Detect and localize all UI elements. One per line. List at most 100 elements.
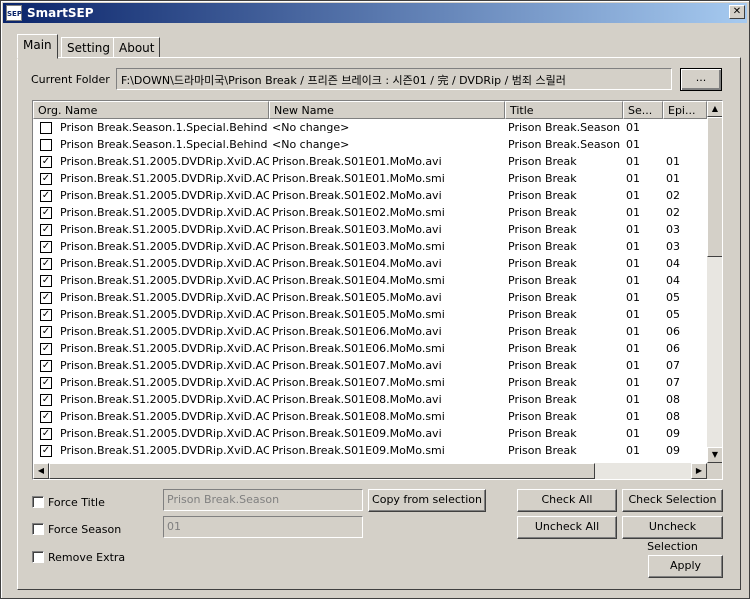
row-episode: 05 <box>666 308 680 321</box>
tab-setting[interactable]: Setting <box>61 37 116 58</box>
table-row[interactable]: ✓ Prison.Break.S1.2005.DVDRip.XviD.AC3...… <box>33 442 707 459</box>
table-row[interactable]: ✓ Prison.Break.S1.2005.DVDRip.XviD.AC3...… <box>33 391 707 408</box>
table-row[interactable]: ✓ Prison.Break.S1.2005.DVDRip.XviD.AC3...… <box>33 272 707 289</box>
row-episode: 05 <box>666 291 680 304</box>
row-checkbox[interactable]: ✓ <box>40 207 52 219</box>
vertical-scrollbar[interactable]: ▲ ▼ <box>707 101 722 463</box>
row-checkbox[interactable]: ✓ <box>40 190 52 202</box>
force-title-checkbox[interactable] <box>32 496 44 508</box>
row-checkbox[interactable]: ✓ <box>40 156 52 168</box>
table-row[interactable]: ✓ Prison.Break.S1.2005.DVDRip.XviD.AC3...… <box>33 170 707 187</box>
column-episode[interactable]: Epi... <box>663 101 707 119</box>
column-new-name[interactable]: New Name <box>269 101 505 119</box>
title-bar[interactable]: SEP SmartSEP ✕ <box>3 3 747 23</box>
row-new-name: Prison.Break.S01E06.MoMo.avi <box>272 325 442 338</box>
row-checkbox[interactable]: ✓ <box>40 241 52 253</box>
table-row[interactable]: ✓ Prison.Break.S1.2005.DVDRip.XviD.AC3...… <box>33 408 707 425</box>
horizontal-scrollbar[interactable]: ◀ ▶ <box>33 463 707 479</box>
row-season: 01 <box>626 325 640 338</box>
row-season: 01 <box>626 274 640 287</box>
column-title[interactable]: Title <box>505 101 623 119</box>
row-title: Prison Break <box>508 427 577 440</box>
table-row[interactable]: ✓ Prison.Break.S1.2005.DVDRip.XviD.AC3...… <box>33 187 707 204</box>
row-checkbox[interactable] <box>40 139 52 151</box>
row-org-name: Prison Break.Season.1.Special.Behind Th.… <box>60 121 269 134</box>
row-season: 01 <box>626 138 640 151</box>
table-row[interactable]: Prison Break.Season.1.Special.Behind Th.… <box>33 136 707 153</box>
scroll-left-icon[interactable]: ◀ <box>33 463 49 479</box>
tab-about[interactable]: About <box>113 37 161 58</box>
table-row[interactable]: ✓ Prison.Break.S1.2005.DVDRip.XviD.AC3...… <box>33 204 707 221</box>
table-row[interactable]: ✓ Prison.Break.S1.2005.DVDRip.XviD.AC3...… <box>33 425 707 442</box>
column-org-name[interactable]: Org. Name <box>33 101 269 119</box>
scroll-right-icon[interactable]: ▶ <box>691 463 707 479</box>
force-title-label: Force Title <box>48 496 105 509</box>
row-checkbox[interactable]: ✓ <box>40 258 52 270</box>
row-checkbox[interactable]: ✓ <box>40 224 52 236</box>
row-episode: 01 <box>666 155 680 168</box>
row-checkbox[interactable]: ✓ <box>40 394 52 406</box>
uncheck-all-button[interactable]: Uncheck All <box>517 516 617 539</box>
close-button[interactable]: ✕ <box>729 5 745 19</box>
row-checkbox[interactable] <box>40 122 52 134</box>
table-row[interactable]: ✓ Prison.Break.S1.2005.DVDRip.XviD.AC3...… <box>33 153 707 170</box>
remove-extra-checkbox[interactable] <box>32 551 44 563</box>
table-row[interactable]: ✓ Prison.Break.S1.2005.DVDRip.XviD.AC3...… <box>33 255 707 272</box>
force-season-checkbox[interactable] <box>32 523 44 535</box>
tab-main[interactable]: Main <box>17 34 58 59</box>
current-folder-label: Current Folder <box>31 73 110 86</box>
row-title: Prison Break <box>508 206 577 219</box>
row-episode: 07 <box>666 376 680 389</box>
row-checkbox[interactable]: ✓ <box>40 309 52 321</box>
table-row[interactable]: ✓ Prison.Break.S1.2005.DVDRip.XviD.AC3...… <box>33 221 707 238</box>
row-checkbox[interactable]: ✓ <box>40 411 52 423</box>
row-episode: 08 <box>666 393 680 406</box>
row-checkbox[interactable]: ✓ <box>40 360 52 372</box>
table-row[interactable]: ✓ Prison.Break.S1.2005.DVDRip.XviD.AC3...… <box>33 306 707 323</box>
horizontal-scroll-thumb[interactable] <box>49 463 595 479</box>
row-org-name: Prison.Break.S1.2005.DVDRip.XviD.AC3.... <box>60 291 269 304</box>
table-row[interactable]: Prison Break.Season.1.Special.Behind Th.… <box>33 119 707 136</box>
row-checkbox[interactable]: ✓ <box>40 343 52 355</box>
row-org-name: Prison.Break.S1.2005.DVDRip.XviD.AC3.... <box>60 410 269 423</box>
check-all-button[interactable]: Check All <box>517 489 617 512</box>
table-row[interactable]: ✓ Prison.Break.S1.2005.DVDRip.XviD.AC3...… <box>33 374 707 391</box>
row-checkbox[interactable]: ✓ <box>40 292 52 304</box>
row-season: 01 <box>626 444 640 457</box>
row-title: Prison Break <box>508 342 577 355</box>
row-season: 01 <box>626 393 640 406</box>
uncheck-selection-button[interactable]: Uncheck Selection <box>622 516 723 553</box>
table-row[interactable]: ✓ Prison.Break.S1.2005.DVDRip.XviD.AC3...… <box>33 357 707 374</box>
scroll-up-icon[interactable]: ▲ <box>707 101 722 117</box>
scroll-down-icon[interactable]: ▼ <box>707 447 722 463</box>
row-checkbox[interactable]: ✓ <box>40 445 52 457</box>
check-selection-button[interactable]: Check Selection <box>622 489 723 512</box>
row-checkbox[interactable]: ✓ <box>40 326 52 338</box>
row-org-name: Prison.Break.S1.2005.DVDRip.XviD.AC3.... <box>60 274 269 287</box>
row-checkbox[interactable]: ✓ <box>40 428 52 440</box>
force-title-field[interactable]: Prison Break.Season <box>163 489 363 511</box>
row-new-name: Prison.Break.S01E03.MoMo.avi <box>272 223 442 236</box>
row-season: 01 <box>626 359 640 372</box>
row-org-name: Prison.Break.S1.2005.DVDRip.XviD.AC3.... <box>60 325 269 338</box>
row-checkbox[interactable]: ✓ <box>40 173 52 185</box>
force-season-field[interactable]: 01 <box>163 516 363 538</box>
apply-button[interactable]: Apply <box>648 555 723 578</box>
row-checkbox[interactable]: ✓ <box>40 275 52 287</box>
table-row[interactable]: ✓ Prison.Break.S1.2005.DVDRip.XviD.AC3...… <box>33 340 707 357</box>
row-episode <box>663 136 707 153</box>
row-title: Prison Break <box>508 274 577 287</box>
browse-button[interactable]: ... <box>680 68 722 91</box>
table-row[interactable]: ✓ Prison.Break.S1.2005.DVDRip.XviD.AC3...… <box>33 323 707 340</box>
row-new-name: Prison.Break.S01E04.MoMo.avi <box>272 257 442 270</box>
table-row[interactable]: ✓ Prison.Break.S1.2005.DVDRip.XviD.AC3...… <box>33 289 707 306</box>
row-new-name: Prison.Break.S01E07.MoMo.avi <box>272 359 442 372</box>
row-checkbox[interactable]: ✓ <box>40 377 52 389</box>
table-row[interactable]: ✓ Prison.Break.S1.2005.DVDRip.XviD.AC3...… <box>33 238 707 255</box>
file-list[interactable]: Org. Name New Name Title Se... Epi... Pr… <box>32 100 723 480</box>
row-new-name: Prison.Break.S01E04.MoMo.smi <box>272 274 445 287</box>
copy-from-selection-button[interactable]: Copy from selection <box>368 489 486 512</box>
current-folder-field[interactable]: F:\DOWN\드라마미국\Prison Break / 프리즌 브레이크 : … <box>116 68 672 90</box>
vertical-scroll-thumb[interactable] <box>707 117 722 257</box>
column-season[interactable]: Se... <box>623 101 663 119</box>
